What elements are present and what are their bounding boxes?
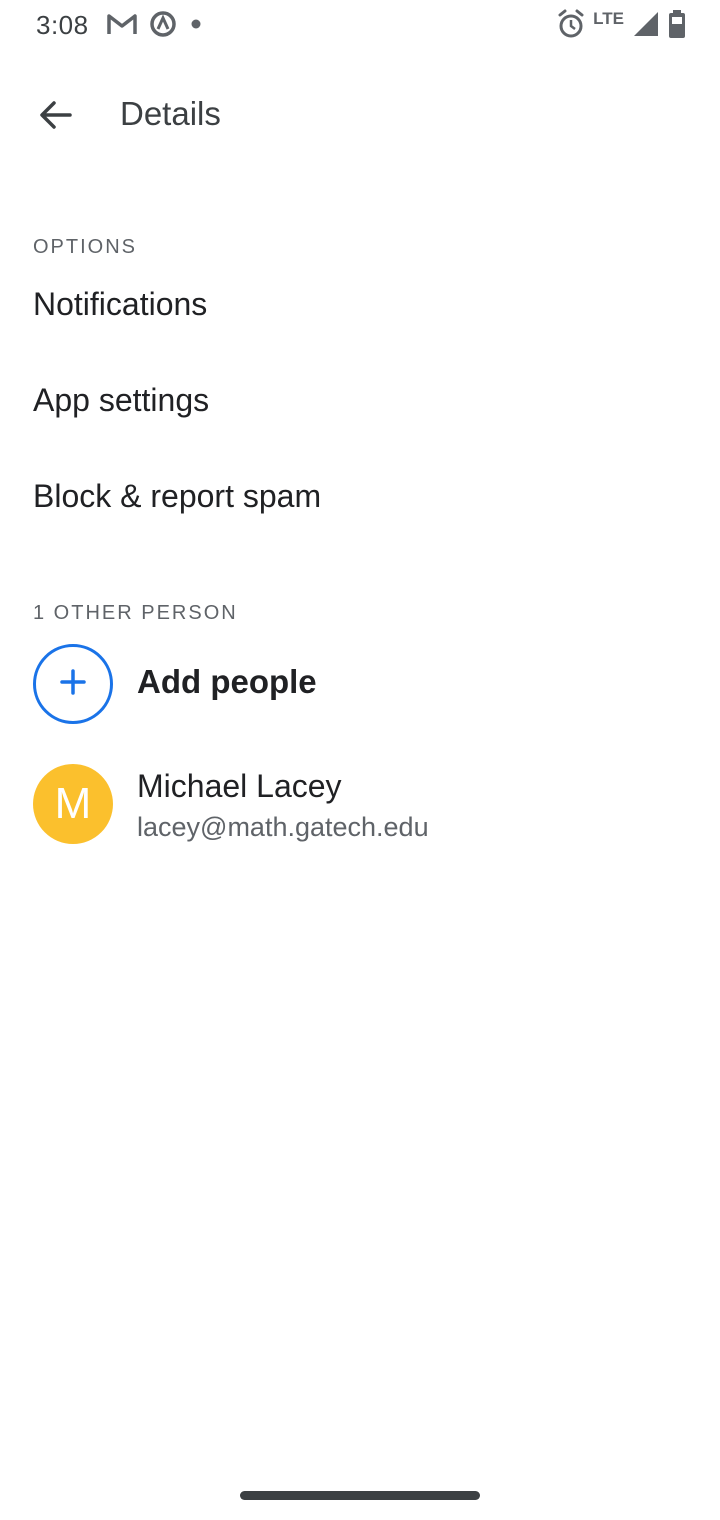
person-email: lacey@math.gatech.edu — [137, 812, 429, 842]
add-icon — [58, 667, 88, 702]
page-title: Details — [120, 95, 221, 132]
option-label: Notifications — [33, 286, 208, 322]
gmail-icon — [106, 11, 138, 42]
people-section-header: 1 OTHER PERSON — [33, 602, 238, 624]
home-gesture-bar[interactable] — [240, 1491, 480, 1500]
add-people-circle — [33, 644, 113, 724]
avatar: M — [33, 764, 113, 844]
status-time: 3:08 — [36, 10, 89, 40]
app-bar: Details — [0, 62, 720, 172]
app-settings-option[interactable]: App settings — [0, 356, 720, 452]
notifications-option[interactable]: Notifications — [0, 260, 720, 356]
person-list-item[interactable]: M Michael Lacey lacey@math.gatech.edu — [0, 764, 720, 848]
data-saver-icon — [148, 9, 178, 44]
person-name: Michael Lacey — [137, 768, 342, 804]
signal-icon — [632, 10, 660, 43]
option-label: Block & report spam — [33, 478, 322, 514]
status-right-icons: LTE — [557, 8, 686, 44]
add-people-button[interactable]: Add people — [0, 642, 720, 726]
add-people-label: Add people — [137, 663, 317, 700]
back-button[interactable] — [22, 84, 88, 150]
options-section-header: OPTIONS — [33, 236, 138, 258]
battery-icon — [668, 9, 686, 44]
status-bar: 3:08 LTE — [0, 0, 720, 52]
notification-dot-icon — [188, 16, 204, 37]
block-report-spam-option[interactable]: Block & report spam — [0, 452, 720, 548]
lte-icon: LTE — [593, 9, 624, 28]
back-arrow-icon — [37, 97, 73, 138]
status-left-icons — [106, 10, 204, 42]
alarm-icon — [557, 9, 585, 44]
option-label: App settings — [33, 382, 210, 418]
